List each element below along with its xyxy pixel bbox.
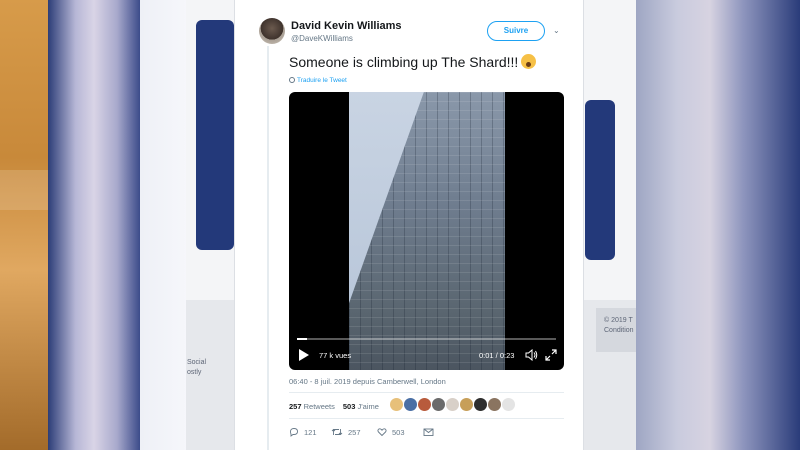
- liker-avatar[interactable]: [488, 398, 501, 411]
- likes-count[interactable]: 503: [343, 402, 356, 411]
- liker-avatar[interactable]: [404, 398, 417, 411]
- chevron-down-icon[interactable]: ⌄: [553, 26, 560, 35]
- like-button[interactable]: 503: [377, 426, 405, 438]
- tweet-text-body: Someone is climbing up The Shard!!!: [289, 54, 519, 70]
- background-right-blur: [636, 0, 800, 450]
- retweets-label[interactable]: Retweets: [304, 402, 335, 411]
- video-time: 0:01 / 0:23: [479, 351, 515, 360]
- likes-label[interactable]: J'aime: [357, 402, 378, 411]
- mail-icon: [423, 428, 434, 436]
- liker-avatars: [390, 398, 516, 412]
- globe-icon: [289, 77, 295, 83]
- background-left-stripe: [0, 0, 48, 450]
- retweet-button[interactable]: 257: [331, 426, 361, 438]
- video-progress-bar[interactable]: [297, 338, 556, 340]
- liker-avatar[interactable]: [474, 398, 487, 411]
- follow-button[interactable]: Suivre: [487, 21, 545, 41]
- tweet-card: David Kevin Williams @DaveKWilliams Suiv…: [234, 0, 584, 450]
- divider: [289, 392, 564, 393]
- translate-label: Traduire le Tweet: [297, 77, 347, 84]
- liker-avatar[interactable]: [460, 398, 473, 411]
- background-left-blur: [48, 0, 140, 450]
- background-footer-left-text: Social ostly: [187, 359, 207, 376]
- thread-line: [267, 46, 269, 450]
- video-views: 77 k vues: [319, 351, 352, 360]
- background-left-panel: [140, 0, 188, 450]
- like-count: 503: [392, 427, 405, 437]
- author-handle[interactable]: @DaveKWilliams: [291, 34, 353, 43]
- liker-avatar[interactable]: [446, 398, 459, 411]
- translate-link[interactable]: Traduire le Tweet: [289, 77, 347, 84]
- avatar[interactable]: [259, 18, 285, 44]
- background-logo-letter: [196, 20, 234, 250]
- retweets-count[interactable]: 257: [289, 402, 302, 411]
- reply-button[interactable]: 121: [289, 426, 317, 438]
- liker-avatar[interactable]: [502, 398, 515, 411]
- tweet-text: Someone is climbing up The Shard!!!: [289, 54, 537, 70]
- play-icon[interactable]: [299, 349, 309, 361]
- author-name[interactable]: David Kevin Williams: [291, 20, 402, 32]
- divider: [289, 418, 564, 419]
- video-player[interactable]: 77 k vues 0:01 / 0:23: [289, 92, 564, 370]
- tweet-actions: 121 257 503: [289, 426, 564, 438]
- exploding-head-emoji-icon: [521, 54, 537, 69]
- background-logo-letter: [585, 100, 615, 260]
- video-progress-fill: [297, 338, 308, 340]
- retweet-count: 257: [348, 427, 361, 437]
- tweet-stats: 257 Retweets 503 J'aime: [289, 402, 379, 411]
- retweet-icon: [331, 428, 343, 436]
- heart-icon: [377, 428, 387, 437]
- liker-avatar[interactable]: [390, 398, 403, 411]
- liker-avatar[interactable]: [432, 398, 445, 411]
- volume-icon[interactable]: [525, 349, 538, 361]
- fullscreen-icon[interactable]: [545, 349, 557, 361]
- direct-message-button[interactable]: [423, 426, 439, 438]
- reply-icon: [290, 428, 298, 437]
- video-frame: [349, 92, 505, 370]
- background-footer-right-text: © 2019 T Condition: [604, 317, 634, 334]
- tweet-timestamp[interactable]: 06:40 - 8 juil. 2019 depuis Camberwell, …: [289, 377, 446, 386]
- liker-avatar[interactable]: [418, 398, 431, 411]
- reply-count: 121: [304, 427, 317, 437]
